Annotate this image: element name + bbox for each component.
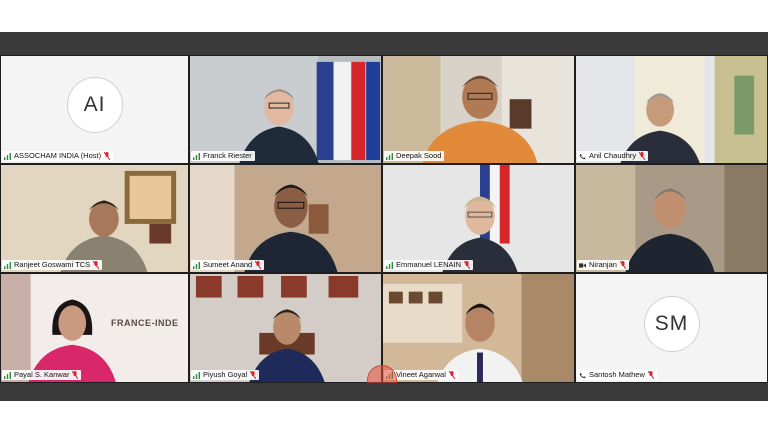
muted-mic-icon (619, 261, 626, 269)
video-gallery-grid: AI ASSOCHAM INDIA (Host) Franck Riester (0, 55, 768, 383)
video-feed (190, 165, 381, 272)
signal-icon (386, 152, 393, 160)
participant-name: Niranjan (589, 260, 617, 269)
video-feed (576, 165, 767, 272)
muted-mic-icon (104, 152, 111, 160)
signal-icon (4, 371, 11, 379)
top-margin (0, 0, 768, 32)
avatar: AI (66, 77, 123, 134)
participant-name: Sumeet Anand (203, 260, 253, 269)
name-tag: Santosh Mathew (577, 370, 657, 380)
participant-name: Piyush Goyal (203, 370, 248, 379)
signal-icon (4, 152, 11, 160)
phone-icon (579, 372, 586, 378)
muted-mic-icon (464, 261, 471, 269)
video-feed (383, 274, 574, 382)
signal-icon (193, 371, 200, 379)
participant-tile[interactable]: Ranjeet Goswami TCS (0, 164, 189, 273)
participant-tile[interactable]: Sumeet Anand (189, 164, 382, 273)
name-tag: Emmanuel LENAIN (384, 260, 474, 270)
muted-mic-icon (72, 371, 79, 379)
muted-mic-icon (448, 371, 455, 379)
participant-tile[interactable]: Franck Riester (189, 55, 382, 164)
avatar: SM (643, 295, 700, 352)
signal-icon (386, 261, 393, 269)
participant-tile[interactable]: Deepak Sood (382, 55, 575, 164)
video-feed (1, 274, 188, 382)
name-tag: Piyush Goyal (191, 370, 260, 380)
muted-mic-icon (647, 371, 654, 379)
phone-icon (579, 153, 586, 159)
name-tag: Franck Riester (191, 151, 255, 161)
participant-name: Anil Chaudhry (589, 151, 637, 160)
participant-tile[interactable]: Emmanuel LENAIN (382, 164, 575, 273)
name-tag: Ranjeet Goswami TCS (2, 260, 103, 270)
participant-tile[interactable]: AI ASSOCHAM INDIA (Host) (0, 55, 189, 164)
muted-mic-icon (255, 261, 262, 269)
bottom-margin (0, 401, 768, 432)
name-tag: Anil Chaudhry (577, 151, 649, 161)
name-tag: Niranjan (577, 260, 629, 270)
video-feed (1, 165, 188, 272)
participant-tile[interactable]: Piyush Goyal (189, 273, 382, 383)
participant-name: Payal S. Kanwar (14, 370, 70, 379)
video-feed (576, 56, 767, 163)
participant-name: ASSOCHAM INDIA (Host) (14, 151, 102, 160)
meeting-bottom-bar (0, 383, 768, 401)
participant-name: Emmanuel LENAIN (396, 260, 462, 269)
name-tag: ASSOCHAM INDIA (Host) (2, 151, 114, 161)
participant-tile[interactable]: Vineet Agarwal (382, 273, 575, 383)
video-icon (579, 262, 586, 268)
participant-tile[interactable]: SM Santosh Mathew (575, 273, 768, 383)
muted-mic-icon (250, 371, 257, 379)
name-tag: Deepak Sood (384, 151, 445, 161)
participant-tile[interactable]: Niranjan (575, 164, 768, 273)
name-tag: Payal S. Kanwar (2, 370, 82, 380)
participant-name: Franck Riester (203, 151, 252, 160)
participant-name: Santosh Mathew (589, 370, 645, 379)
muted-mic-icon (639, 152, 646, 160)
signal-icon (193, 152, 200, 160)
signal-icon (193, 261, 200, 269)
muted-mic-icon (93, 261, 100, 269)
video-feed (190, 274, 381, 382)
video-feed (190, 56, 381, 163)
video-feed (383, 56, 574, 163)
meeting-top-bar (0, 32, 768, 55)
participant-name: Ranjeet Goswami TCS (14, 260, 91, 269)
signal-icon (4, 261, 11, 269)
participant-name: Deepak Sood (396, 151, 442, 160)
participant-tile[interactable]: FRANCE-INDE Payal S. Kanwar (0, 273, 189, 383)
name-tag: Sumeet Anand (191, 260, 265, 270)
video-feed (383, 165, 574, 272)
participant-name: Vineet Agarwal (396, 370, 446, 379)
participant-tile[interactable]: Anil Chaudhry (575, 55, 768, 164)
backdrop-sign: FRANCE-INDE (111, 318, 179, 328)
